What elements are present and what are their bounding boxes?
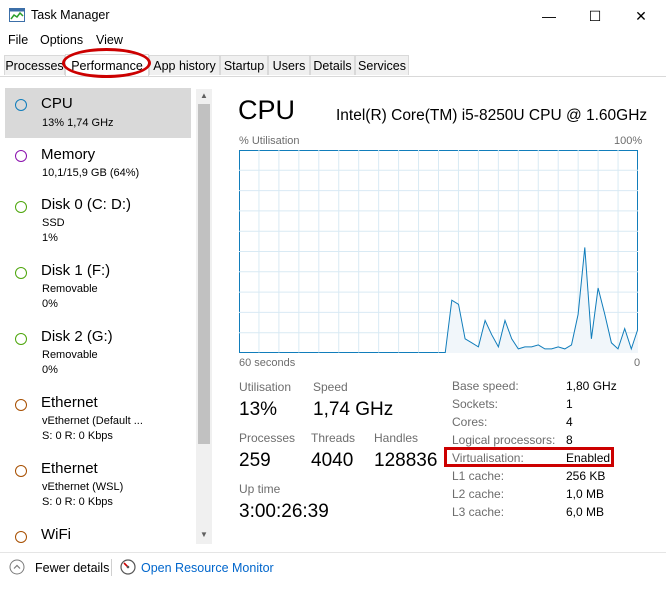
cpu-model-name: Intel(R) Core(TM) i5-8250U CPU @ 1.60GHz <box>336 107 648 124</box>
spec-label-l1-cache: L1 cache: <box>452 469 505 483</box>
sidebar-item-detail: SSD <box>42 217 65 229</box>
footer-separator <box>111 559 112 576</box>
window-title: Task Manager <box>31 8 110 22</box>
sidebar-item-detail: Removable <box>42 283 98 295</box>
spec-value-cores: 4 <box>566 415 573 429</box>
sidebar-scroll-thumb[interactable] <box>198 104 210 444</box>
sidebar-item-detail: 1% <box>42 232 58 244</box>
graph-x-end-label: 0 <box>634 357 641 369</box>
cpu-status-circle-icon <box>15 99 27 111</box>
sidebar-item-title: Ethernet <box>41 460 98 477</box>
disk-status-circle-icon <box>15 333 27 345</box>
sidebar-item-title: Memory <box>41 146 96 163</box>
handles-label: Handles <box>374 431 419 445</box>
sidebar-item-title: Disk 1 (F:) <box>41 262 111 279</box>
fewer-details-icon[interactable] <box>9 559 25 575</box>
sidebar: CPU 13% 1,74 GHz Memory 10,1/15,9 GB (64… <box>0 86 214 546</box>
disk-status-circle-icon <box>15 267 27 279</box>
wifi-status-circle-icon <box>15 531 27 543</box>
spec-label-base-speed: Base speed: <box>452 379 519 393</box>
sidebar-item-memory[interactable]: Memory 10,1/15,9 GB (64%) <box>5 142 191 186</box>
processes-label: Processes <box>239 431 296 445</box>
sidebar-item-wifi[interactable]: WiFi <box>5 522 191 546</box>
memory-status-circle-icon <box>15 150 27 162</box>
highlight-ellipse <box>62 48 151 78</box>
spec-value-l1-cache: 256 KB <box>566 469 606 483</box>
spec-value-l3-cache: 6,0 MB <box>566 505 605 519</box>
scroll-down-icon[interactable]: ▼ <box>198 530 210 540</box>
spec-value-logical-processors: 8 <box>566 433 573 447</box>
sidebar-item-title: Ethernet <box>41 394 98 411</box>
spec-label-logical-processors: Logical processors: <box>452 433 556 447</box>
menu-view[interactable]: View <box>96 33 123 47</box>
sidebar-item-title: CPU <box>41 95 73 112</box>
graph-y-label: % Utilisation <box>239 135 300 147</box>
spec-label-l3-cache: L3 cache: <box>452 505 505 519</box>
close-icon: ✕ <box>635 7 647 24</box>
sidebar-item-cpu[interactable]: CPU 13% 1,74 GHz <box>5 88 191 138</box>
sidebar-item-detail: Removable <box>42 349 98 361</box>
minimize-button[interactable]: — <box>526 0 572 32</box>
spec-label-cores: Cores: <box>452 415 488 429</box>
sidebar-item-disk-1[interactable]: Disk 1 (F:) Removable 0% <box>5 258 191 318</box>
scroll-up-icon[interactable]: ▲ <box>198 91 210 101</box>
disk-status-circle-icon <box>15 201 27 213</box>
tab-processes[interactable]: Processes <box>4 55 65 75</box>
graph-y-max-label: 100% <box>614 135 643 147</box>
sidebar-item-detail: 0% <box>42 364 58 376</box>
maximize-icon: ☐ <box>588 7 602 24</box>
utilisation-label: Utilisation <box>239 380 292 394</box>
sidebar-item-ethernet-default[interactable]: Ethernet vEthernet (Default ... S: 0 R: … <box>5 390 191 450</box>
sidebar-item-detail: S: 0 R: 0 Kbps <box>42 496 113 508</box>
ethernet-status-circle-icon <box>15 465 27 477</box>
threads-label: Threads <box>311 431 356 445</box>
menu-options[interactable]: Options <box>40 33 83 47</box>
sidebar-item-title: Disk 0 (C: D:) <box>41 196 131 213</box>
uptime-label: Up time <box>239 482 281 496</box>
sidebar-item-disk-2[interactable]: Disk 2 (G:) Removable 0% <box>5 324 191 384</box>
tab-services[interactable]: Services <box>355 55 409 75</box>
sidebar-item-detail: vEthernet (WSL) <box>42 481 124 493</box>
sidebar-item-ethernet-wsl[interactable]: Ethernet vEthernet (WSL) S: 0 R: 0 Kbps <box>5 456 191 516</box>
spec-label-sockets: Sockets: <box>452 397 499 411</box>
threads-value: 4040 <box>311 450 354 471</box>
cpu-utilisation-graph <box>239 150 638 353</box>
tab-startup[interactable]: Startup <box>220 55 268 75</box>
spec-value-base-speed: 1,80 GHz <box>566 379 617 393</box>
speed-label: Speed <box>313 380 348 394</box>
fewer-details-button[interactable]: Fewer details <box>35 561 109 575</box>
utilisation-value: 13% <box>239 399 278 420</box>
graph-x-label: 60 seconds <box>239 357 296 369</box>
close-button[interactable]: ✕ <box>618 0 664 32</box>
tab-details[interactable]: Details <box>310 55 355 75</box>
spec-value-l2-cache: 1,0 MB <box>566 487 605 501</box>
tab-app-history[interactable]: App history <box>149 55 220 75</box>
handles-value: 128836 <box>374 450 438 471</box>
spec-value-sockets: 1 <box>566 397 573 411</box>
sidebar-item-detail: 10,1/15,9 GB (64%) <box>42 167 140 179</box>
footer-divider <box>0 552 666 553</box>
task-manager-app-icon <box>9 8 25 22</box>
sidebar-item-title: WiFi <box>41 526 71 543</box>
resource-monitor-icon[interactable] <box>120 559 136 575</box>
uptime-value: 3:00:26:39 <box>239 501 329 522</box>
sidebar-item-detail: S: 0 R: 0 Kbps <box>42 430 113 442</box>
open-resource-monitor-link[interactable]: Open Resource Monitor <box>141 561 274 575</box>
ethernet-status-circle-icon <box>15 399 27 411</box>
sidebar-item-disk-0[interactable]: Disk 0 (C: D:) SSD 1% <box>5 192 191 252</box>
sidebar-item-detail: vEthernet (Default ... <box>42 415 143 427</box>
minimize-icon: — <box>542 8 556 24</box>
maximize-button[interactable]: ☐ <box>572 0 618 32</box>
spec-label-l2-cache: L2 cache: <box>452 487 505 501</box>
highlight-box <box>444 447 614 467</box>
processes-value: 259 <box>239 450 271 471</box>
sidebar-item-detail: 0% <box>42 298 58 310</box>
speed-value: 1,74 GHz <box>313 399 394 420</box>
page-title: CPU <box>238 95 296 125</box>
sidebar-item-detail: 13% 1,74 GHz <box>42 117 114 129</box>
tab-users[interactable]: Users <box>268 55 310 75</box>
sidebar-item-title: Disk 2 (G:) <box>41 328 113 345</box>
menu-file[interactable]: File <box>8 33 28 47</box>
